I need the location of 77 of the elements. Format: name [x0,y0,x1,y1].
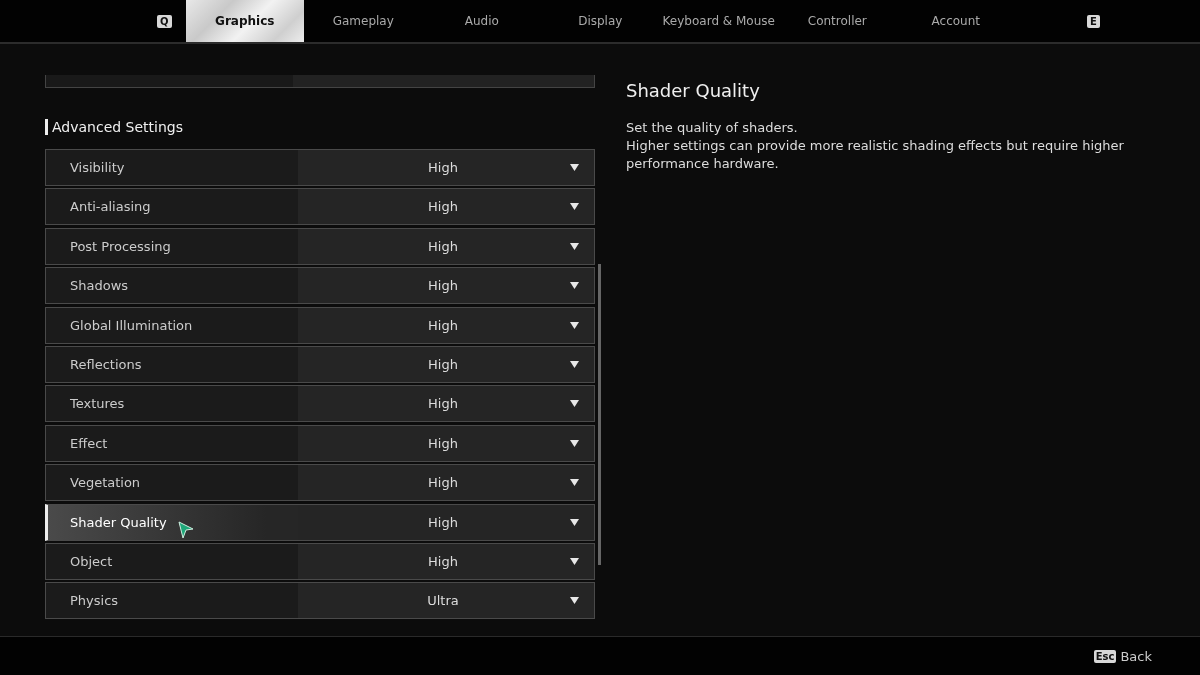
setting-row[interactable]: Global Illumination High [45,306,595,344]
key-hint: E [1087,14,1100,28]
dropdown-value: High [427,396,459,412]
dropdown[interactable]: High [298,307,594,343]
caret-icon [570,360,579,368]
caret-icon [570,164,579,171]
dropdown[interactable]: High [298,268,594,304]
caret-icon [570,557,579,565]
tab[interactable]: Account [896,0,1015,42]
dropdown[interactable]: High [298,150,594,185]
dropdown[interactable]: High [298,465,594,501]
setting-row[interactable]: Post Processing High [45,227,595,265]
dropdown-value: High [427,475,459,491]
scrollbar-thumb[interactable] [598,264,601,565]
setting-label: Reflections [70,356,142,372]
setting-row[interactable]: Shader Quality High [45,503,595,541]
dropdown[interactable]: Ultra [298,583,594,619]
dropdown-value: High [427,356,459,372]
setting-row[interactable]: Textures High [45,385,595,423]
caret-icon [570,321,579,329]
setting-label: Effect [70,435,108,451]
detail-title: Shader Quality [626,80,761,101]
caret-icon [570,439,579,447]
description-text: Higher settings can provide more realistic shading effects but require higher performance hardware. [626,137,1125,173]
setting-label: Post Processing [70,238,171,254]
dropdown[interactable]: High [298,346,594,382]
back-button[interactable]: Back [1120,648,1152,664]
heading-marker [45,119,48,135]
caret-icon [570,597,579,605]
dropdown-value: High [427,278,459,294]
setting-label: Anti-aliasing [70,199,151,215]
dropdown[interactable]: High [298,425,594,461]
setting-row[interactable]: Reflections High [45,345,595,383]
tab[interactable]: Keyboard & Mouse [659,0,778,42]
key-hint: Esc [1093,649,1117,663]
dropdown-value: High [427,199,459,215]
setting-row[interactable]: Effect High [45,424,595,462]
caret-icon [570,203,579,211]
setting-row[interactable]: Shadows High [45,267,595,305]
setting-label: Vegetation [70,475,141,491]
setting-row[interactable]: Object High [45,542,595,580]
setting-row[interactable]: Vegetation High [45,464,595,502]
description-text: Set the quality of shaders. [626,119,799,137]
setting-label: Visibility [70,160,125,175]
dropdown[interactable]: High [298,386,594,422]
setting-label: Shadows [70,278,129,294]
cursor-icon [178,520,194,539]
setting-label: Object [70,553,113,569]
setting-label: Physics [70,593,119,609]
caret-icon [570,282,579,290]
dropdown-value: High [427,317,459,333]
caret-icon [570,518,579,526]
setting-row[interactable]: Physics Ultra [45,582,595,620]
dropdown-value: High [427,435,459,451]
dropdown-value: High [427,553,459,569]
dropdown-value: High [427,514,459,530]
caret-icon [570,242,579,250]
setting-row[interactable]: Visibility High [45,149,595,186]
tab[interactable]: Controller [778,0,897,42]
dropdown[interactable]: High [298,189,594,225]
setting-label: Global Illumination [70,317,193,333]
dropdown[interactable]: High [298,228,594,264]
dropdown-value: High [427,160,459,175]
setting-row[interactable]: Anti-aliasing High [45,188,595,226]
tab[interactable]: Graphics [185,0,304,42]
dropdown-value: Ultra [426,593,460,609]
dropdown-value: High [427,238,459,254]
setting-label: Textures [70,396,125,412]
caret-icon [570,400,579,408]
dropdown[interactable]: High [298,543,594,579]
tab[interactable]: Gameplay [304,0,423,42]
tab[interactable]: Audio [422,0,541,42]
caret-icon [570,479,579,487]
setting-label: Shader Quality [70,514,167,530]
tab[interactable]: Display [541,0,660,42]
key-hint: Q [157,14,172,28]
section-title: Advanced Settings [52,119,184,135]
